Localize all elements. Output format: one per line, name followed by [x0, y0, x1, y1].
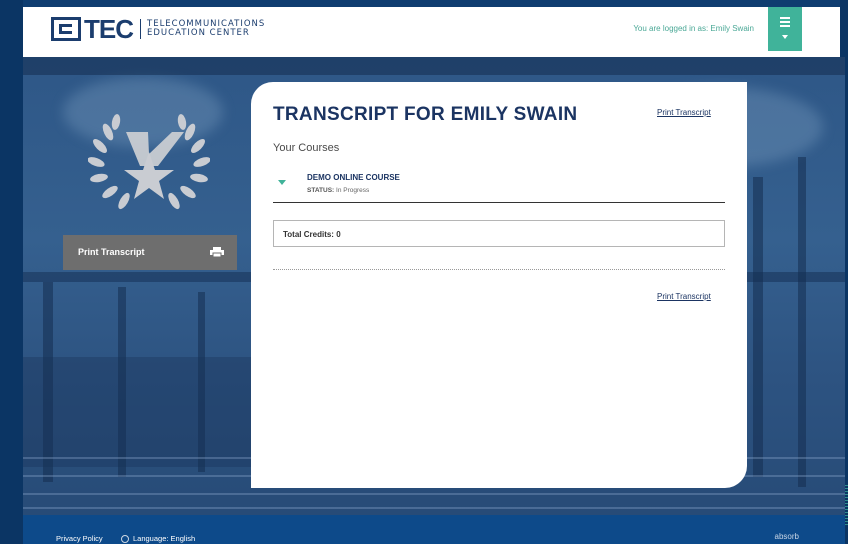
globe-icon [121, 535, 129, 544]
sidebar-print-transcript-button[interactable]: Print Transcript [63, 235, 237, 270]
course-status-label: STATUS: [307, 187, 335, 194]
course-status-value: In Progress [336, 187, 370, 194]
main-menu-button[interactable] [768, 7, 802, 51]
dotted-divider [273, 269, 725, 270]
course-name[interactable]: DEMO ONLINE COURSE [307, 173, 400, 182]
tec-logo[interactable]: TEC TELECOMMUNICATIONS EDUCATION CENTER [51, 15, 265, 43]
course-status: STATUS: In Progress [307, 187, 369, 194]
site-footer: Privacy Policy Language: English absorb [23, 515, 845, 544]
printer-icon [210, 247, 224, 257]
absorb-brand: absorb [774, 532, 799, 541]
print-transcript-link-bottom[interactable]: Print Transcript [657, 292, 711, 301]
logo-subtitle: TELECOMMUNICATIONS EDUCATION CENTER [147, 20, 265, 38]
menu-list-icon [780, 17, 790, 29]
page-frame-left [0, 0, 23, 544]
sidebar-print-label: Print Transcript [78, 247, 145, 257]
logo-subtitle-line-2: EDUCATION CENTER [147, 28, 250, 38]
menu-caret-icon [782, 35, 788, 39]
page-title: TRANSCRIPT FOR EMILY SWAIN [273, 104, 578, 125]
language-selector[interactable]: Language: English [121, 534, 196, 544]
laurel-wreath-star-icon [88, 114, 210, 210]
privacy-policy-link[interactable]: Privacy Policy [56, 534, 103, 543]
expand-caret-icon[interactable] [278, 180, 286, 185]
course-divider [273, 202, 725, 203]
tec-logo-mark-icon [51, 17, 81, 41]
language-label: Language: English [133, 534, 196, 543]
logo-wordmark: TEC [84, 14, 134, 44]
logged-in-user-text: You are logged in as: Emily Swain [633, 24, 754, 33]
your-courses-heading: Your Courses [273, 142, 340, 154]
transcript-card: TRANSCRIPT FOR EMILY SWAIN Print Transcr… [251, 82, 747, 488]
logo-separator [140, 19, 141, 39]
total-credits-box: Total Credits: 0 [273, 220, 725, 247]
print-transcript-link-top[interactable]: Print Transcript [657, 108, 711, 117]
site-header: TEC TELECOMMUNICATIONS EDUCATION CENTER … [23, 7, 840, 57]
